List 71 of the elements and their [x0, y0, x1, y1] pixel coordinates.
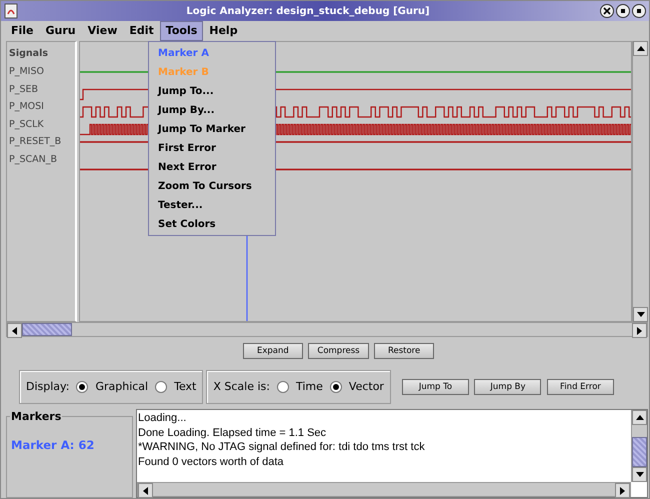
menu-option[interactable]: First Error: [149, 139, 275, 158]
up-arrow-icon: [636, 46, 644, 51]
signal-name: P_RESET_B: [9, 135, 62, 149]
close-button[interactable]: [600, 4, 614, 18]
option-text: Vector: [348, 378, 384, 395]
radio-button[interactable]: [276, 381, 289, 393]
radio-button[interactable]: [330, 381, 342, 393]
menu-item[interactable]: View: [82, 21, 124, 41]
log-line: *WARNING, No JTAG signal defined for: tdi tdo tms trst tck: [137, 440, 426, 454]
minimize-button[interactable]: [616, 4, 630, 18]
zoom-button[interactable]: Expand: [242, 343, 303, 359]
nav-button[interactable]: Jump By: [474, 379, 542, 395]
square-icon: [636, 8, 642, 14]
close-icon: [603, 7, 611, 15]
menu-option[interactable]: Next Error: [149, 158, 275, 177]
scrollbar[interactable]: [137, 482, 631, 497]
menu-option[interactable]: Jump By...: [149, 101, 275, 120]
menu-option[interactable]: Zoom To Cursors: [149, 177, 275, 196]
scroll-up-button[interactable]: [633, 41, 648, 56]
zoom-button[interactable]: Restore: [374, 343, 434, 359]
scroll-thumb[interactable]: [632, 437, 647, 467]
signals-heading: Signals: [9, 47, 49, 61]
up-arrow-icon: [636, 415, 644, 420]
signal-name: P_MISO: [9, 65, 45, 79]
option-text: Text: [174, 378, 196, 395]
right-arrow-icon: [620, 486, 625, 494]
option-text: Graphical: [95, 378, 148, 395]
menu-item[interactable]: Guru: [40, 21, 82, 41]
menu-item[interactable]: File: [5, 21, 40, 41]
option-text: Time: [296, 378, 323, 395]
left-arrow-icon: [143, 486, 148, 494]
down-arrow-icon: [636, 472, 644, 477]
menu-item[interactable]: Edit: [123, 21, 160, 41]
scrollbar[interactable]: [632, 41, 648, 322]
marker-entry: Marker A: 62: [11, 437, 96, 454]
menu-option[interactable]: Jump To Marker: [149, 120, 275, 139]
down-arrow-icon: [636, 312, 644, 317]
app-icon: [4, 3, 18, 19]
scroll-thumb[interactable]: [22, 323, 72, 336]
nav-button[interactable]: Jump To: [402, 379, 469, 395]
log-line: Loading...: [137, 411, 188, 426]
signal-name: P_SCAN_B: [9, 152, 58, 166]
menu-item[interactable]: Tools: [160, 21, 204, 41]
option-label: X Scale is:: [213, 378, 270, 395]
window-title: Logic Analyzer: design_stuck_debug [Guru]: [185, 4, 431, 18]
menu-option[interactable]: Jump To...: [149, 82, 275, 101]
menu-item[interactable]: Help: [203, 21, 244, 41]
scroll-left-button[interactable]: [7, 323, 22, 338]
log-line: Done Loading. Elapsed time = 1.1 Sec: [137, 426, 328, 440]
radio-button[interactable]: [76, 381, 88, 393]
scroll-down-button[interactable]: [633, 307, 648, 322]
zoom-button[interactable]: Compress: [308, 343, 369, 359]
left-arrow-icon: [12, 326, 17, 334]
scrollbar[interactable]: [6, 322, 648, 337]
scroll-up-button[interactable]: [632, 410, 647, 425]
option-label: Display:: [26, 378, 70, 395]
radio-button[interactable]: [155, 381, 168, 393]
signal-name: P_SEB: [9, 82, 40, 96]
signal-name: P_MOSI: [9, 100, 45, 114]
scrollbar[interactable]: [631, 410, 647, 482]
nav-button[interactable]: Find Error: [546, 379, 614, 395]
menu-option[interactable]: Tester...: [149, 196, 275, 215]
right-arrow-icon: [637, 326, 642, 334]
scroll-right-button[interactable]: [632, 323, 647, 338]
scroll-left-button[interactable]: [138, 483, 153, 498]
menu-option[interactable]: Set Colors: [149, 215, 275, 234]
scroll-right-button[interactable]: [615, 483, 630, 498]
log-line: Found 0 vectors worth of data: [137, 454, 285, 469]
scroll-down-button[interactable]: [632, 467, 647, 482]
signal-name: P_SCLK: [9, 118, 45, 132]
maximize-button[interactable]: [632, 4, 646, 18]
